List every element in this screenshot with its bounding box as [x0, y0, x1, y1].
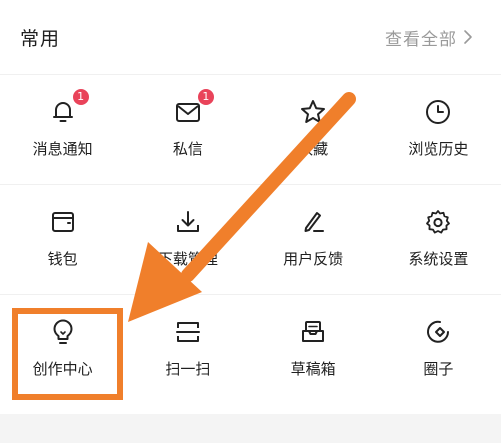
download-icon	[176, 211, 199, 232]
shortcut-feedback[interactable]: 用户反馈	[251, 184, 376, 294]
shortcut-label: 圈子	[423, 360, 454, 378]
shortcut-label: 私信	[172, 140, 203, 158]
shortcut-favorites[interactable]: 收藏	[251, 74, 376, 184]
scan-icon	[175, 322, 200, 342]
shortcut-history[interactable]: 浏览历史	[376, 74, 501, 184]
shortcut-label: 用户反馈	[283, 250, 344, 268]
notification-badge: 1	[72, 89, 89, 105]
message-badge: 1	[197, 89, 214, 105]
bell-icon	[52, 102, 73, 122]
view-all-link[interactable]: 查看全部	[385, 25, 473, 50]
shortcut-label: 钱包	[47, 250, 78, 268]
shortcut-private-messages[interactable]: 1 私信	[125, 74, 250, 184]
view-all-label: 查看全部	[385, 29, 457, 50]
section-title: 常用	[20, 27, 61, 50]
mail-icon	[175, 103, 200, 122]
shortcut-scan[interactable]: 扫一扫	[125, 294, 250, 404]
shortcut-label: 收藏	[298, 140, 329, 158]
shortcut-settings[interactable]: 系统设置	[376, 184, 501, 294]
star-icon	[301, 100, 326, 123]
pencil-icon	[304, 212, 325, 232]
shortcut-label: 系统设置	[408, 250, 469, 268]
section-bottom-spacer	[0, 414, 501, 443]
shortcut-label: 扫一扫	[165, 360, 211, 378]
shortcut-label: 下载管理	[157, 250, 218, 268]
shortcut-grid: 1 消息通知 1 私信 收藏 浏览历史 钱包 下载管理 用户反馈 系统设置 创作…	[0, 74, 501, 404]
shortcut-label: 创作中心	[32, 360, 93, 378]
shortcut-circles[interactable]: 圈子	[376, 294, 501, 404]
shortcut-label: 消息通知	[32, 140, 93, 158]
shortcut-creator-center[interactable]: 创作中心	[0, 294, 125, 404]
frequently-used-panel: 常用 查看全部 1 消息通知 1 私信 收藏 浏览历史 钱包 下载管理 用户反馈…	[0, 0, 501, 443]
lightbulb-icon	[53, 319, 73, 344]
shortcut-label: 浏览历史	[408, 140, 469, 158]
clock-icon	[426, 100, 451, 124]
shortcut-label: 草稿箱	[290, 360, 336, 378]
circle-group-icon	[427, 320, 450, 343]
section-header: 常用 查看全部	[0, 0, 501, 74]
shortcut-drafts[interactable]: 草稿箱	[251, 294, 376, 404]
shortcut-downloads[interactable]: 下载管理	[125, 184, 250, 294]
gear-icon	[426, 210, 451, 234]
draft-box-icon	[302, 321, 325, 342]
wallet-icon	[51, 212, 74, 232]
shortcut-wallet[interactable]: 钱包	[0, 184, 125, 294]
chevron-right-icon	[464, 30, 472, 44]
shortcut-notifications[interactable]: 1 消息通知	[0, 74, 125, 184]
